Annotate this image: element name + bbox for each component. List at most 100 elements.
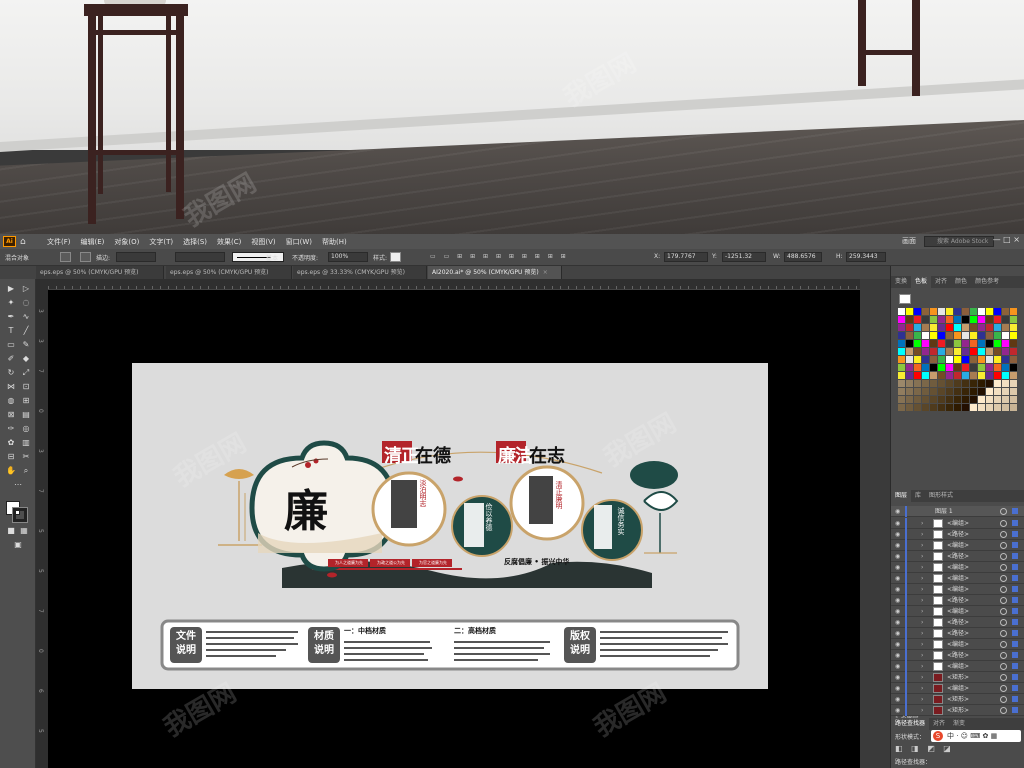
- color-swatch[interactable]: [1010, 340, 1017, 347]
- color-swatch[interactable]: [986, 396, 993, 403]
- color-swatch[interactable]: [970, 348, 977, 355]
- target-icon[interactable]: [1000, 575, 1007, 582]
- target-icon[interactable]: [1000, 520, 1007, 527]
- color-swatch[interactable]: [978, 340, 985, 347]
- color-swatch[interactable]: [914, 348, 921, 355]
- color-swatch[interactable]: [978, 372, 985, 379]
- color-swatch[interactable]: [922, 388, 929, 395]
- color-swatch[interactable]: [994, 396, 1001, 403]
- lasso-icon[interactable]: ◌: [19, 297, 33, 309]
- color-swatch[interactable]: [922, 332, 929, 339]
- menu-select[interactable]: 选择(S): [178, 237, 212, 247]
- color-swatch[interactable]: [986, 404, 993, 411]
- color-swatch[interactable]: [954, 348, 961, 355]
- color-swatch[interactable]: [954, 308, 961, 315]
- layer-row[interactable]: ◉ › <矩形>: [891, 672, 1024, 683]
- color-swatch[interactable]: [1002, 388, 1009, 395]
- tab-swatches[interactable]: 色板: [911, 276, 932, 288]
- color-swatch[interactable]: [930, 388, 937, 395]
- color-swatch[interactable]: [930, 396, 937, 403]
- symbol-sprayer-icon[interactable]: ✿: [4, 437, 18, 449]
- doc-tab[interactable]: eps.eps @ 50% (CMYK/GPU 预览): [36, 266, 164, 279]
- w-input[interactable]: 488.6576: [784, 252, 822, 262]
- color-swatch[interactable]: [1002, 372, 1009, 379]
- expand-arrow-icon[interactable]: ›: [921, 595, 923, 606]
- color-swatch[interactable]: [898, 388, 905, 395]
- tab-pathfinder[interactable]: 路径查找器: [891, 718, 930, 730]
- color-swatch[interactable]: [970, 316, 977, 323]
- eye-icon[interactable]: ◉: [895, 639, 900, 650]
- color-swatch[interactable]: [954, 324, 961, 331]
- color-swatch[interactable]: [970, 388, 977, 395]
- color-swatch[interactable]: [1010, 396, 1017, 403]
- color-swatch[interactable]: [994, 388, 1001, 395]
- perspective-grid-icon[interactable]: ⊞: [19, 395, 33, 407]
- color-swatch[interactable]: [994, 332, 1001, 339]
- color-swatch[interactable]: [994, 364, 1001, 371]
- eye-icon[interactable]: ◉: [895, 562, 900, 573]
- target-icon[interactable]: [1000, 531, 1007, 538]
- color-swatch[interactable]: [906, 396, 913, 403]
- color-swatch[interactable]: [1010, 308, 1017, 315]
- color-swatch[interactable]: [922, 324, 929, 331]
- color-swatch[interactable]: [898, 324, 905, 331]
- color-mode-icon[interactable]: ■: [4, 525, 18, 537]
- color-swatch[interactable]: [994, 316, 1001, 323]
- eye-icon[interactable]: ◉: [895, 529, 900, 540]
- layer-row[interactable]: ◉ › <编组>: [891, 639, 1024, 650]
- color-swatch[interactable]: [962, 396, 969, 403]
- color-swatch[interactable]: [930, 316, 937, 323]
- color-swatch[interactable]: [962, 340, 969, 347]
- color-swatch[interactable]: [946, 348, 953, 355]
- color-swatch[interactable]: [938, 396, 945, 403]
- expand-arrow-icon[interactable]: ›: [921, 584, 923, 595]
- eyedropper-icon[interactable]: ✑: [4, 423, 18, 435]
- color-swatch[interactable]: [914, 356, 921, 363]
- gradient-mode-icon[interactable]: ▦: [17, 525, 31, 537]
- color-swatch[interactable]: [1002, 332, 1009, 339]
- target-icon[interactable]: [1000, 553, 1007, 560]
- color-swatch[interactable]: [1010, 316, 1017, 323]
- eye-icon[interactable]: ◉: [895, 650, 900, 661]
- color-swatch[interactable]: [906, 340, 913, 347]
- h-input[interactable]: 259.3443: [846, 252, 886, 262]
- color-swatch[interactable]: [1002, 324, 1009, 331]
- tab-color[interactable]: 颜色: [951, 276, 971, 288]
- color-swatch[interactable]: [938, 324, 945, 331]
- layer-row[interactable]: ◉ › <编组>: [891, 518, 1024, 529]
- color-swatch[interactable]: [922, 372, 929, 379]
- target-icon[interactable]: [1000, 641, 1007, 648]
- color-swatch[interactable]: [1002, 308, 1009, 315]
- stroke-swatch[interactable]: [80, 252, 91, 262]
- color-swatch[interactable]: [978, 404, 985, 411]
- canvas[interactable]: 廉 清正 在德 廉洁 在志 淡泊明志 俭以养德 清正廉明 诚信务实 反腐倡廉 •…: [48, 290, 860, 768]
- color-swatch[interactable]: [970, 332, 977, 339]
- color-swatch[interactable]: [906, 356, 913, 363]
- color-swatch[interactable]: [954, 404, 961, 411]
- color-swatch[interactable]: [946, 364, 953, 371]
- close-tab-icon[interactable]: ×: [543, 269, 548, 276]
- layer-row[interactable]: ◉ › <编组>: [891, 540, 1024, 551]
- color-swatch[interactable]: [954, 364, 961, 371]
- color-swatch[interactable]: [978, 332, 985, 339]
- color-swatch[interactable]: [914, 332, 921, 339]
- color-swatch[interactable]: [954, 340, 961, 347]
- layer-row[interactable]: ◉ › <路径>: [891, 595, 1024, 606]
- color-swatch[interactable]: [906, 404, 913, 411]
- color-swatch[interactable]: [962, 404, 969, 411]
- color-swatch[interactable]: [986, 332, 993, 339]
- color-swatch[interactable]: [946, 396, 953, 403]
- color-swatch[interactable]: [986, 372, 993, 379]
- color-swatch[interactable]: [906, 324, 913, 331]
- menu-edit[interactable]: 编辑(E): [76, 237, 110, 247]
- color-swatch[interactable]: [946, 324, 953, 331]
- color-swatch[interactable]: [946, 308, 953, 315]
- layer-row[interactable]: ◉ › <编组>: [891, 584, 1024, 595]
- color-swatch[interactable]: [1002, 364, 1009, 371]
- rotate-tool-icon[interactable]: ↻: [4, 367, 18, 379]
- eye-icon[interactable]: ◉: [895, 672, 900, 683]
- color-swatch[interactable]: [986, 308, 993, 315]
- magic-wand-icon[interactable]: ✦: [4, 297, 18, 309]
- target-icon[interactable]: [1000, 597, 1007, 604]
- tab-align[interactable]: 对齐: [931, 276, 951, 288]
